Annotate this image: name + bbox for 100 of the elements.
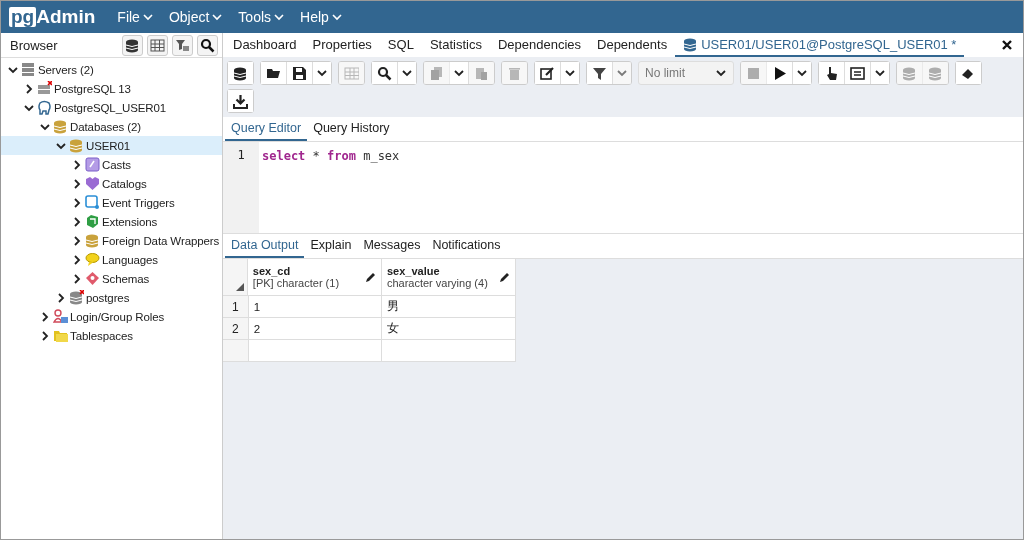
tab[interactable]: Statistics: [421, 33, 490, 57]
caret-icon: [274, 13, 285, 21]
caret-icon: [316, 67, 328, 79]
toolbar-button[interactable]: [172, 34, 193, 56]
database-icon: [85, 233, 100, 248]
column-name: sex_value: [386, 265, 441, 277]
download-button[interactable]: [228, 90, 253, 112]
chevron-right-icon: [71, 253, 83, 266]
grid-icon: [344, 65, 359, 81]
toolbar-button[interactable]: [535, 62, 561, 84]
table-cell: 男: [382, 296, 516, 317]
filter-table-icon: [175, 37, 190, 53]
table-cell: 1: [248, 296, 383, 317]
tab[interactable]: SQL: [379, 33, 422, 57]
tree-item[interactable]: Languages: [1, 250, 222, 269]
play-icon: [772, 65, 787, 81]
caret-icon: [142, 13, 153, 21]
tree-item[interactable]: PostgreSQL 13: [1, 79, 222, 98]
chevron-right-icon: [23, 82, 35, 95]
copy-icon: [429, 65, 444, 81]
table-icon: [150, 37, 165, 53]
toolbar-button[interactable]: [372, 62, 398, 84]
toolbar-button[interactable]: [587, 62, 613, 84]
tree-item[interactable]: postgres: [1, 288, 222, 307]
tree-item[interactable]: Catalogs: [1, 174, 222, 193]
search-icon: [200, 37, 215, 53]
tree-item[interactable]: Foreign Data Wrappers: [1, 231, 222, 250]
pencil-icon: [364, 271, 376, 283]
panel-title: Browser: [10, 37, 58, 53]
row-number: 2: [223, 318, 249, 339]
row-limit-dropdown[interactable]: No limit: [638, 61, 734, 85]
tab[interactable]: Messages: [357, 234, 427, 258]
tab[interactable]: Dependencies: [489, 33, 589, 57]
pointer-icon: [824, 65, 839, 81]
toolbar-button[interactable]: [819, 62, 845, 84]
database-icon: [53, 119, 68, 134]
close-icon[interactable]: [1001, 39, 1013, 51]
trash-icon: [507, 65, 522, 81]
tree-item[interactable]: Casts: [1, 155, 222, 174]
toolbar-button[interactable]: [147, 34, 168, 56]
database-icon: [683, 36, 698, 52]
line-number: 1: [223, 142, 259, 233]
menu-item[interactable]: Object: [168, 9, 223, 25]
tree-item[interactable]: PostgreSQL_USER01: [1, 98, 222, 117]
users-icon: [53, 309, 68, 324]
database-query-icon: [125, 37, 140, 53]
menu-item[interactable]: File: [117, 9, 153, 25]
toolbar-button[interactable]: [956, 62, 981, 84]
search-icon: [377, 65, 392, 81]
column-type: [PK] character (1): [252, 277, 340, 289]
save-icon: [292, 65, 307, 81]
tree-item[interactable]: Servers (2): [1, 60, 222, 79]
toolbar-button[interactable]: [228, 62, 253, 84]
tree-item[interactable]: Databases (2): [1, 117, 222, 136]
stop-icon: [746, 65, 761, 81]
tab[interactable]: Dashboard: [225, 33, 305, 57]
code-line: select * from m_sex: [261, 148, 401, 165]
tab[interactable]: Query History: [307, 117, 396, 141]
tab[interactable]: Dependents: [589, 33, 676, 57]
tree-item[interactable]: Extensions: [1, 212, 222, 231]
chevron-right-icon: [71, 272, 83, 285]
paste-icon: [474, 65, 489, 81]
menu-item[interactable]: Tools: [238, 9, 285, 25]
chevron-right-icon: [71, 177, 83, 190]
download-icon: [233, 93, 248, 109]
chevron-right-icon: [71, 196, 83, 209]
sort-corner-icon: [235, 283, 244, 291]
caret-icon: [212, 13, 223, 21]
tree-item[interactable]: Schemas: [1, 269, 222, 288]
caret-icon: [453, 67, 465, 79]
tree-item[interactable]: Tablespaces: [1, 326, 222, 345]
tree-item[interactable]: Login/Group Roles: [1, 307, 222, 326]
chevron-right-icon: [71, 215, 83, 228]
toolbar-button[interactable]: [261, 62, 287, 84]
tab[interactable]: Explain: [304, 234, 358, 258]
pgadmin-logo: pg Admin: [9, 6, 96, 28]
tree-item[interactable]: Event Triggers: [1, 193, 222, 212]
toolbar-button[interactable]: [197, 34, 218, 56]
servers-icon: [21, 62, 36, 77]
tree-item[interactable]: USER01: [1, 136, 222, 155]
chevron-right-icon: [71, 158, 83, 171]
chevron-right-icon: [39, 310, 51, 323]
tab[interactable]: Notifications: [426, 234, 507, 258]
caret-icon: [874, 67, 886, 79]
menu-item[interactable]: Help: [300, 9, 342, 25]
chevron-right-icon: [39, 329, 51, 342]
caret-icon: [616, 67, 628, 79]
tab[interactable]: Properties: [304, 33, 380, 57]
caret-icon: [796, 67, 808, 79]
column-type: character varying (4): [386, 277, 488, 289]
filter-icon: [592, 65, 607, 81]
table-cell: 2: [248, 318, 383, 339]
table-cell: 女: [382, 318, 516, 339]
column-name: sex_cd: [252, 265, 292, 277]
edit-icon: [540, 65, 555, 81]
database-icon: [69, 290, 84, 305]
caret-icon: [401, 67, 413, 79]
chevron-right-icon: [71, 234, 83, 247]
caret-icon: [715, 67, 727, 79]
toolbar-button[interactable]: [122, 34, 143, 56]
